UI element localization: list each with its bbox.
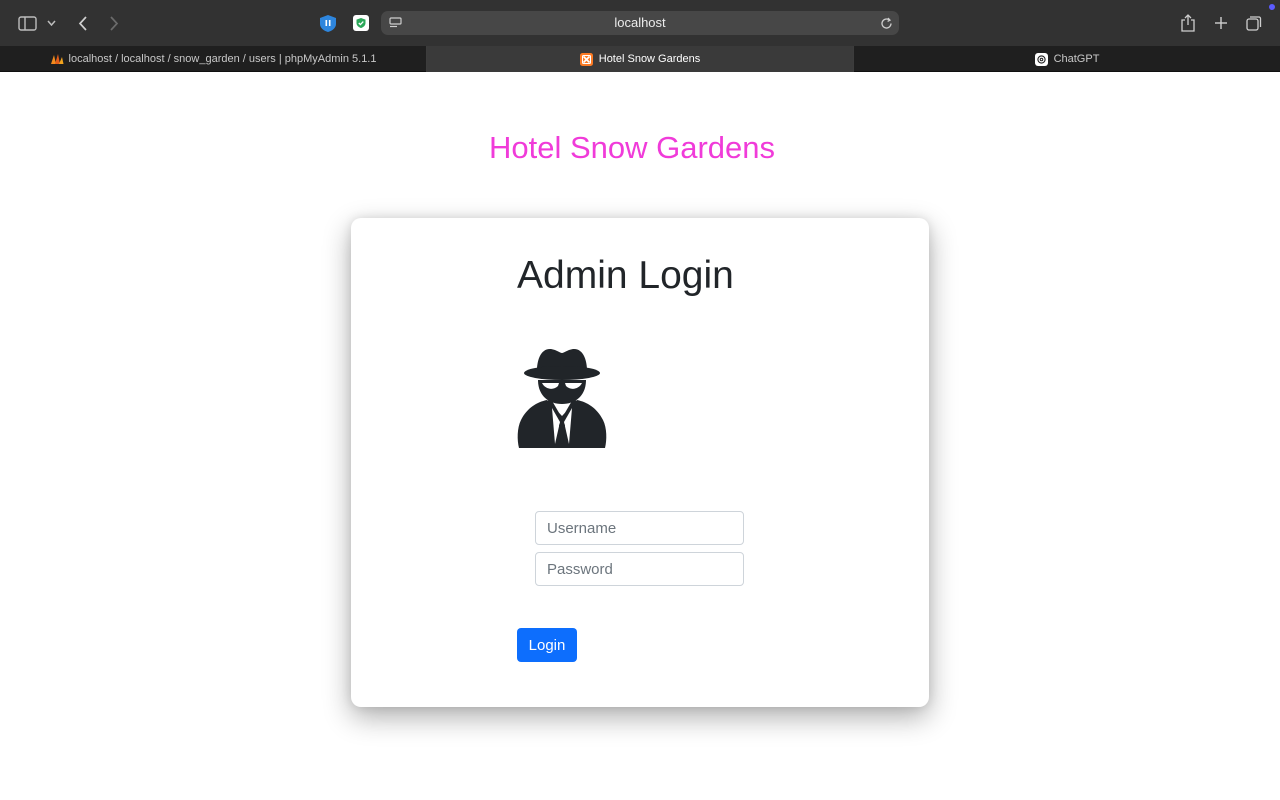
login-button[interactable]: Login [517, 628, 577, 662]
browser-toolbar: localhost [0, 0, 1280, 46]
login-card: Admin Login Login [351, 218, 929, 707]
back-icon[interactable] [74, 13, 90, 33]
share-icon[interactable] [1179, 12, 1197, 34]
password-input[interactable] [535, 552, 744, 586]
user-secret-icon [517, 346, 607, 448]
reload-icon[interactable] [878, 15, 894, 31]
address-bar[interactable]: localhost [381, 11, 899, 35]
tab-chatgpt[interactable]: ChatGPT [854, 46, 1280, 72]
tab-hotel-snow-gardens[interactable]: Hotel Snow Gardens [427, 46, 853, 72]
forward-icon[interactable] [106, 13, 122, 33]
site-title: Hotel Snow Gardens [488, 130, 776, 165]
tab-bar: localhost / localhost / snow_garden / us… [0, 46, 1280, 72]
tab-label: Hotel Snow Gardens [598, 53, 701, 65]
tab-overview-icon[interactable] [1245, 14, 1263, 32]
tab-phpmyadmin[interactable]: localhost / localhost / snow_garden / us… [0, 46, 426, 72]
new-tab-icon[interactable] [1212, 14, 1230, 32]
sidebar-toggle-icon[interactable] [17, 14, 37, 32]
password-manager-extension-icon[interactable] [318, 13, 338, 33]
username-input[interactable] [535, 511, 744, 545]
chatgpt-icon [1035, 52, 1049, 66]
card-title: Admin Login [517, 254, 734, 297]
shield-extension-icon[interactable] [351, 13, 371, 33]
tab-label: ChatGPT [1053, 53, 1100, 65]
notification-dot [1269, 4, 1275, 10]
url-text: localhost [614, 15, 666, 30]
chevron-down-icon[interactable] [45, 16, 57, 30]
tab-label: localhost / localhost / snow_garden / us… [68, 53, 377, 65]
xampp-icon [580, 52, 594, 66]
phpmyadmin-icon [50, 52, 64, 66]
